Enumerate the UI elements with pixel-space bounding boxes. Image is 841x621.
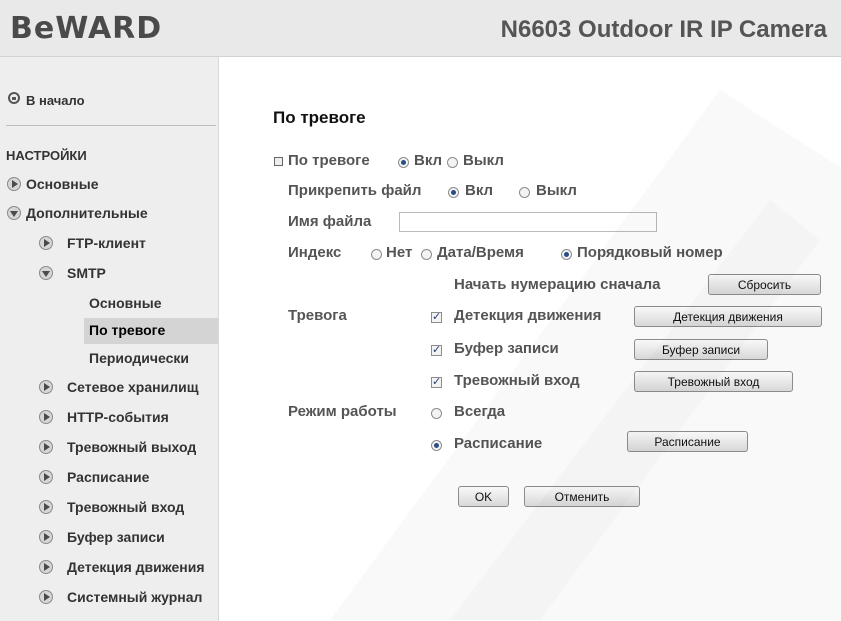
arrow-right-icon xyxy=(39,410,53,424)
trigger-label: Тревога xyxy=(288,307,347,324)
mode-always-label: Всегда xyxy=(454,403,506,420)
sidebar-item-schedule[interactable]: Расписание xyxy=(67,469,149,485)
record-buffer-button[interactable]: Буфер записи xyxy=(634,339,768,360)
mode-label: Режим работы xyxy=(288,403,397,420)
sidebar-item-ftp[interactable]: FTP-клиент xyxy=(67,235,146,251)
arrow-down-icon xyxy=(39,266,53,280)
ok-button[interactable]: OK xyxy=(458,486,509,507)
cancel-button[interactable]: Отменить xyxy=(524,486,640,507)
arrow-right-icon xyxy=(39,500,53,514)
expand-toggle-icon[interactable] xyxy=(274,157,283,166)
page-title: По тревоге xyxy=(273,108,366,127)
camera-title: N6603 Outdoor IR IP Camera xyxy=(500,16,827,43)
sidebar-item-alarm-output[interactable]: Тревожный выход xyxy=(67,439,196,455)
attach-off-radio[interactable] xyxy=(519,187,530,198)
alarm-input-checkbox[interactable] xyxy=(431,375,442,388)
header: BeWARD N6603 Outdoor IR IP Camera xyxy=(0,0,841,57)
sidebar-item-motion-detection[interactable]: Детекция движения xyxy=(67,559,217,575)
index-datetime-radio[interactable] xyxy=(421,249,432,260)
arrow-right-icon xyxy=(39,440,53,454)
motion-detection-label: Детекция движения xyxy=(454,307,602,324)
alarm-input-button[interactable]: Тревожный вход xyxy=(634,371,793,392)
sidebar-item-alarm-input[interactable]: Тревожный вход xyxy=(67,499,184,515)
arrow-right-icon xyxy=(39,530,53,544)
motion-detection-checkbox[interactable] xyxy=(431,310,442,323)
index-serial-radio[interactable] xyxy=(561,249,572,260)
schedule-button[interactable]: Расписание xyxy=(627,431,748,452)
motion-detection-button[interactable]: Детекция движения xyxy=(634,306,822,327)
sidebar-item-basic[interactable]: Основные xyxy=(26,176,99,192)
alarm-off-label: Выкл xyxy=(463,152,504,169)
index-none-radio[interactable] xyxy=(371,249,382,260)
sidebar-item-advanced[interactable]: Дополнительные xyxy=(26,205,148,221)
beward-logo: BeWARD xyxy=(10,11,163,46)
sidebar-item-smtp-alarm[interactable]: По тревоге xyxy=(89,322,165,338)
index-none-label: Нет xyxy=(386,244,413,261)
sidebar-item-smtp-basic[interactable]: Основные xyxy=(89,295,162,311)
sidebar-item-system-log[interactable]: Системный журнал xyxy=(67,589,202,605)
filename-label: Имя файла xyxy=(288,213,372,230)
reset-numbering-button[interactable]: Сбросить xyxy=(708,274,821,295)
sidebar-item-smtp[interactable]: SMTP xyxy=(67,265,106,281)
alarm-on-radio[interactable] xyxy=(398,157,409,168)
arrow-right-icon xyxy=(39,560,53,574)
restart-numbering-label: Начать нумерацию сначала xyxy=(454,276,661,293)
mode-schedule-label: Расписание xyxy=(454,435,543,452)
attach-off-label: Выкл xyxy=(536,182,577,199)
attach-file-label: Прикрепить файл xyxy=(288,182,422,199)
filename-input[interactable] xyxy=(399,212,657,232)
sidebar-divider xyxy=(6,125,216,126)
arrow-right-icon xyxy=(39,470,53,484)
alarm-on-label: Вкл xyxy=(414,152,443,169)
attach-on-label: Вкл xyxy=(465,182,494,199)
attach-on-radio[interactable] xyxy=(448,187,459,198)
arrow-right-icon xyxy=(39,590,53,604)
arrow-right-icon xyxy=(39,236,53,250)
sidebar-section-title: НАСТРОЙКИ xyxy=(6,148,87,163)
sidebar-item-http-events[interactable]: HTTP-события xyxy=(67,409,169,425)
mode-always-radio[interactable] xyxy=(431,408,442,419)
arrow-down-icon xyxy=(7,206,21,220)
alarm-off-radio[interactable] xyxy=(447,157,458,168)
index-datetime-label: Дата/Время xyxy=(437,244,524,261)
sidebar-item-record-buffer[interactable]: Буфер записи xyxy=(67,529,165,545)
record-buffer-checkbox[interactable] xyxy=(431,343,442,356)
sidebar-home-link[interactable]: В начало xyxy=(26,93,85,108)
index-label: Индекс xyxy=(288,244,342,261)
mode-schedule-radio[interactable] xyxy=(431,440,442,451)
home-icon xyxy=(8,92,20,104)
sidebar-item-nas[interactable]: Сетевое хранилищ xyxy=(67,379,217,395)
arrow-right-icon xyxy=(7,177,21,191)
sidebar-item-smtp-periodic[interactable]: Периодически xyxy=(89,350,189,366)
arrow-right-icon xyxy=(39,380,53,394)
record-buffer-label: Буфер записи xyxy=(454,340,559,357)
alarm-input-label: Тревожный вход xyxy=(454,372,580,389)
alarm-enable-label: По тревоге xyxy=(288,152,370,169)
index-serial-label: Порядковый номер xyxy=(577,244,723,261)
